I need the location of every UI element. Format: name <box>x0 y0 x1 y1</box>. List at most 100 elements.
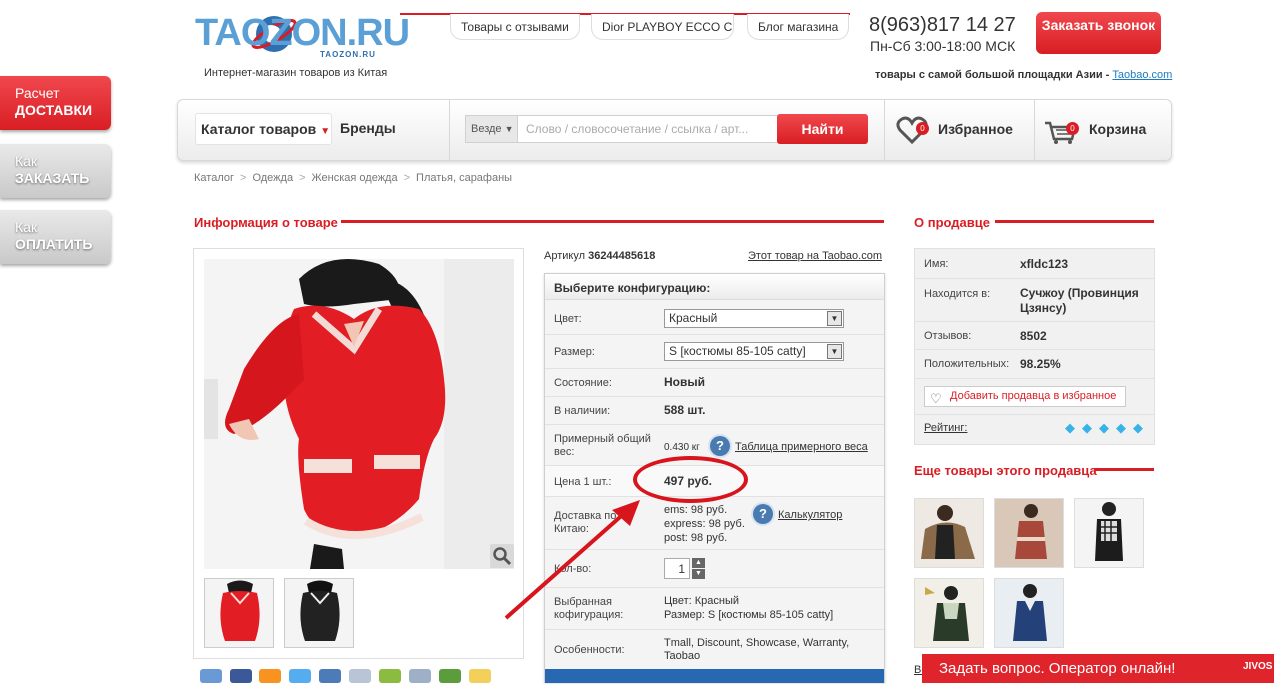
add-to-cart-bar[interactable] <box>545 669 884 683</box>
product-section-title: Информация о товаре <box>194 215 338 230</box>
quantity-input[interactable]: 1 <box>664 558 690 579</box>
odnoklassniki-share-icon[interactable] <box>259 669 281 683</box>
request-call-button[interactable]: Заказать звонок <box>1036 12 1161 54</box>
add-seller-favorite-button[interactable]: ♡ Добавить продавца в избранное <box>924 386 1126 407</box>
how-to-order-line1: Как <box>15 153 38 169</box>
top-link-blog[interactable]: Блог магазина <box>747 14 850 40</box>
breadcrumb-item[interactable]: Женская одежда <box>312 172 398 184</box>
seller-item-thumb[interactable] <box>994 498 1064 568</box>
chevron-down-icon: ▼ <box>320 126 331 137</box>
catalog-label: Каталог товаров <box>201 121 317 137</box>
share-icon[interactable] <box>379 669 401 683</box>
search-scope-select[interactable]: Везде ▼ <box>465 115 518 143</box>
online-chat-button[interactable]: Задать вопрос. Оператор онлайн! <box>922 654 1274 683</box>
item-photo <box>1075 499 1143 567</box>
vk-share-icon[interactable] <box>200 669 222 683</box>
delivery-post: post: 98 руб. <box>664 532 728 544</box>
site-logo[interactable]: TAOZON.RU TAOZON.RU <box>195 10 410 62</box>
diamond-icon: ◆ <box>1065 420 1075 435</box>
seller-reviews-label: Отзывов: <box>924 330 972 342</box>
how-to-pay-line1: Как <box>15 219 38 235</box>
bookmark-share-icon[interactable] <box>469 669 491 683</box>
how-to-pay-button[interactable]: Как ОПЛАТИТЬ <box>0 210 111 264</box>
product-main-image[interactable] <box>204 259 514 569</box>
seller-name-value: xfldc123 <box>1020 257 1069 271</box>
seller-item-thumb[interactable] <box>1074 498 1144 568</box>
color-select[interactable]: Красный ▼ <box>664 309 844 328</box>
item-photo <box>915 499 983 567</box>
delivery-ems: ems: 98 руб. <box>664 504 728 516</box>
breadcrumb-item[interactable]: Одежда <box>252 172 293 184</box>
brands-link[interactable]: Бренды <box>340 120 396 136</box>
calculator-link[interactable]: Калькулятор <box>778 509 842 521</box>
top-link-reviews[interactable]: Товары с отзывами <box>450 14 580 40</box>
quantity-down-icon[interactable]: ▼ <box>692 569 705 579</box>
dress-photo <box>204 259 514 569</box>
delivery-calc-button[interactable]: Расчет ДОСТАВКИ <box>0 76 111 130</box>
thumbnail-red[interactable] <box>204 578 274 648</box>
color-select-value: Красный <box>669 311 718 325</box>
add-seller-label: Добавить продавца в избранное <box>950 390 1117 402</box>
section-line <box>1094 468 1154 471</box>
search-input[interactable]: Слово / словосочетание / ссылка / арт... <box>518 115 778 143</box>
seller-item-thumb[interactable] <box>994 578 1064 648</box>
google-plus-share-icon[interactable] <box>439 669 461 683</box>
features-value: Tmall, Discount, Showcase, Warranty, Tao… <box>664 637 850 662</box>
heart-icon: ♡ <box>930 391 942 406</box>
condition-label: Состояние: <box>554 377 612 389</box>
taobao-product-link[interactable]: Этот товар на Taobao.com <box>748 250 882 262</box>
how-to-order-button[interactable]: Как ЗАКАЗАТЬ <box>0 144 111 198</box>
item-photo <box>995 579 1063 647</box>
article-value: 36244485618 <box>588 250 656 262</box>
search-scope-label: Везде <box>471 123 502 135</box>
selected-color: Цвет: Красный <box>664 595 740 607</box>
seller-rating-label[interactable]: Рейтинг: <box>924 422 967 434</box>
item-photo <box>995 499 1063 567</box>
seller-section-title: О продавце <box>914 215 990 230</box>
nav-divider <box>884 100 885 160</box>
config-row-color: Цвет: Красный ▼ <box>545 301 884 335</box>
diamond-icon: ◆ <box>1116 420 1126 435</box>
config-title: Выберите конфигурацию: <box>545 274 884 300</box>
breadcrumb-item[interactable]: Каталог <box>194 172 234 184</box>
cart-link[interactable]: Корзина <box>1089 121 1146 137</box>
diamond-icon: ◆ <box>1099 420 1109 435</box>
facebook-share-icon[interactable] <box>230 669 252 683</box>
how-to-pay-line2: ОПЛАТИТЬ <box>15 236 93 252</box>
thumbnail-black[interactable] <box>284 578 354 648</box>
delivery-calc-line2: ДОСТАВКИ <box>15 102 93 118</box>
seller-item-thumb[interactable] <box>914 498 984 568</box>
top-link-brands[interactable]: Dior PLAYBOY ECCO C <box>591 14 734 40</box>
thumb-black-photo <box>285 579 353 647</box>
seller-row-location: Находится в: Сучжоу (Провинция Цзянсу) <box>914 279 1155 322</box>
seller-row-name: Имя: xfldc123 <box>914 249 1155 279</box>
search-button[interactable]: Найти <box>777 114 868 144</box>
config-row-size: Размер: S [костюмы 85-105 catty] ▼ <box>545 335 884 369</box>
help-icon[interactable]: ? <box>710 436 730 456</box>
chevron-down-icon: ▼ <box>504 124 514 134</box>
weight-table-link[interactable]: Таблица примерного веса <box>735 441 868 453</box>
taobao-link[interactable]: Taobao.com <box>1112 69 1172 81</box>
article-number: Артикул 36244485618 <box>544 250 655 262</box>
quantity-up-icon[interactable]: ▲ <box>692 558 705 568</box>
config-row-condition: Состояние: Новый <box>545 369 884 397</box>
size-select[interactable]: S [костюмы 85-105 catty] ▼ <box>664 342 844 361</box>
how-to-order-line2: ЗАКАЗАТЬ <box>15 170 90 186</box>
breadcrumb-item[interactable]: Платья, сарафаны <box>416 172 512 184</box>
seller-row-reviews: Отзывов: 8502 <box>914 322 1155 350</box>
breadcrumb-separator: > <box>403 172 411 184</box>
config-row-features: Особенности: Tmall, Discount, Showcase, … <box>545 630 884 669</box>
chevron-down-icon: ▼ <box>827 344 842 359</box>
twitter-share-icon[interactable] <box>289 669 311 683</box>
favorites-link[interactable]: Избранное <box>938 121 1013 137</box>
breadcrumb-separator: > <box>299 172 306 184</box>
divider <box>914 414 1155 415</box>
share-icon[interactable] <box>409 669 431 683</box>
help-icon[interactable]: ? <box>753 504 773 524</box>
cart-count-badge: 0 <box>1066 122 1079 135</box>
mailru-share-icon[interactable] <box>319 669 341 683</box>
catalog-dropdown[interactable]: Каталог товаров ▼ <box>195 113 332 145</box>
livejournal-share-icon[interactable] <box>349 669 371 683</box>
delivery-calc-line1: Расчет <box>15 85 60 101</box>
seller-item-thumb[interactable] <box>914 578 984 648</box>
